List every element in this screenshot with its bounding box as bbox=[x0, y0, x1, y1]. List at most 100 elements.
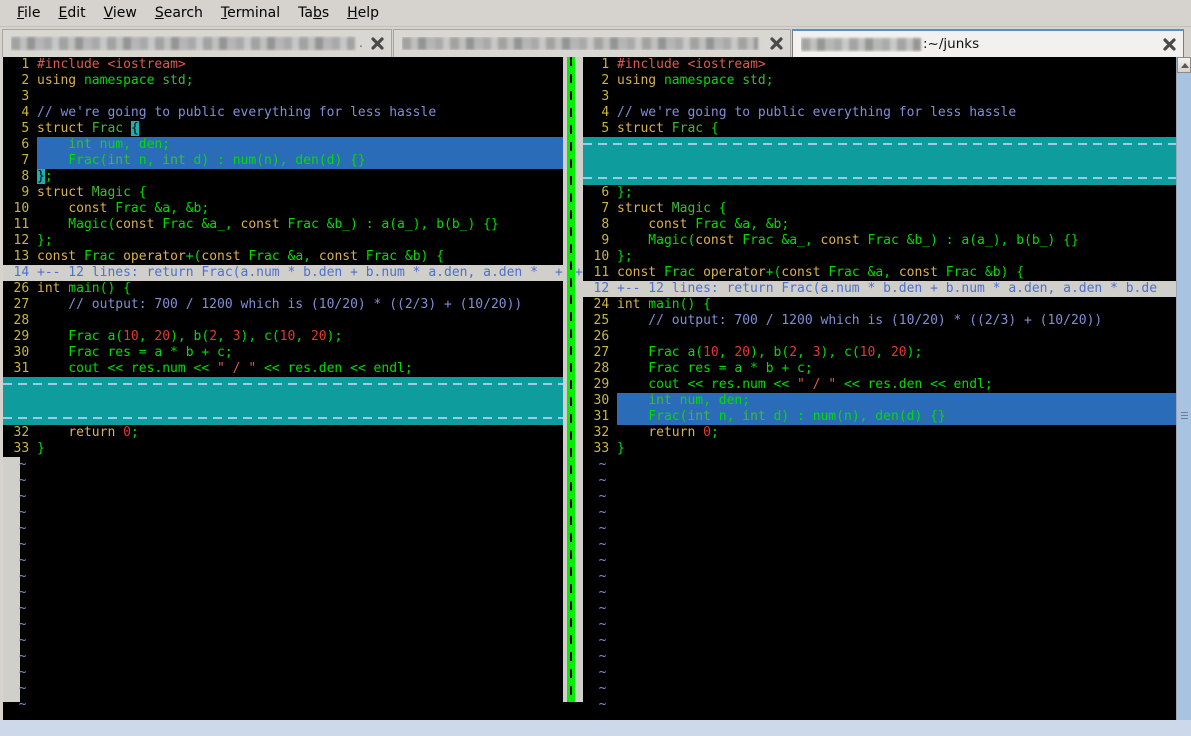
menu-item-view[interactable]: View bbox=[95, 3, 146, 23]
code-token: ; bbox=[44, 169, 53, 184]
right-pane-upper-window[interactable]: 1 #include <iostream> 2 using namespace s… bbox=[583, 57, 1191, 297]
code-line[interactable]: 5 struct Frac { bbox=[3, 121, 581, 137]
terminal-tab-1[interactable]: . bbox=[2, 29, 392, 57]
code-line[interactable]: 26 int main() { bbox=[3, 281, 581, 297]
code-line[interactable]: 6 }; bbox=[583, 185, 1191, 201]
line-number: 25 bbox=[583, 313, 617, 329]
code-line[interactable]: 2 using namespace std; bbox=[3, 73, 581, 89]
code-line[interactable]: 32 return 0; bbox=[3, 425, 581, 441]
terminal-body[interactable]: 1 #include <iostream> 2 using namespace s… bbox=[0, 57, 1191, 736]
code-line[interactable]: 2 using namespace std; bbox=[583, 73, 1191, 89]
code-line[interactable]: 3 bbox=[583, 89, 1191, 105]
line-number: 29 bbox=[3, 329, 37, 345]
code-line[interactable]: 30 int num, den; bbox=[583, 393, 1191, 409]
code-line[interactable]: 4 // we're going to public everything fo… bbox=[3, 105, 581, 121]
code-token: operator bbox=[703, 265, 766, 280]
menu-item-terminal[interactable]: Terminal bbox=[212, 3, 289, 23]
line-number: 33 bbox=[3, 441, 37, 457]
menu-item-file[interactable]: File bbox=[8, 3, 49, 23]
tilde-line: ~ bbox=[583, 473, 1191, 489]
fold-line[interactable]: 14 +-- 12 lines: return Frac(a.num * b.d… bbox=[3, 265, 581, 281]
right-pane-lower-window[interactable]: 24 int main() {25 // output: 700 / 1200 … bbox=[583, 297, 1191, 457]
code-line[interactable]: 4 // we're going to public everything fo… bbox=[583, 105, 1191, 121]
tilde-line: ~ bbox=[3, 633, 581, 649]
line-number: 28 bbox=[583, 361, 617, 377]
menu-item-help[interactable]: Help bbox=[338, 3, 388, 23]
code-line[interactable]: 10 const Frac &a, &b; bbox=[3, 201, 581, 217]
code-line[interactable]: 5 struct Frac { bbox=[583, 121, 1191, 137]
terminal-tab-2[interactable] bbox=[393, 29, 791, 57]
code-token: { bbox=[130, 185, 147, 200]
tilde-line: ~ bbox=[583, 601, 1191, 617]
code-line[interactable]: 30 Frac res = a * b + c; bbox=[3, 345, 581, 361]
diff-filler-block bbox=[583, 137, 1191, 185]
tilde-glyph: ~ bbox=[3, 585, 27, 600]
code-line[interactable]: 26 bbox=[583, 329, 1191, 345]
code-token: const bbox=[37, 249, 77, 264]
code-line[interactable]: 11 const Frac operator+(const Frac &a, c… bbox=[583, 265, 1191, 281]
code-line[interactable]: 12 }; bbox=[3, 233, 581, 249]
code-line[interactable]: 1 #include <iostream> bbox=[583, 57, 1191, 73]
tab-2-label bbox=[402, 37, 762, 50]
tilde-glyph: ~ bbox=[3, 553, 27, 568]
line-number: 2 bbox=[583, 73, 617, 89]
tilde-glyph: ~ bbox=[583, 697, 607, 712]
code-line[interactable]: 28 bbox=[3, 313, 581, 329]
menu-item-tabs[interactable]: Tabs bbox=[289, 3, 338, 23]
code-line[interactable]: 9 struct Magic { bbox=[3, 185, 581, 201]
code-token: int bbox=[107, 153, 131, 168]
code-token: struct bbox=[37, 185, 92, 200]
code-line[interactable]: 11 Magic(const Frac &a_, const Frac &b_)… bbox=[3, 217, 581, 233]
vim-vertical-split[interactable]: + + bbox=[555, 57, 583, 702]
code-line[interactable]: 27 Frac a(10, 20), b(2, 3), c(10, 20); bbox=[583, 345, 1191, 361]
code-line[interactable]: 33 } bbox=[3, 441, 581, 457]
fold-line[interactable]: 12 +-- 12 lines: return Frac(a.num * b.d… bbox=[583, 281, 1191, 297]
vim-pane-right[interactable]: 1 #include <iostream> 2 using namespace s… bbox=[583, 57, 1191, 713]
code-line[interactable]: 25 // output: 700 / 1200 which is (10/20… bbox=[583, 313, 1191, 329]
code-line[interactable]: 32 return 0; bbox=[583, 425, 1191, 441]
vim-pane-left[interactable]: 1 #include <iostream> 2 using namespace s… bbox=[3, 57, 581, 713]
code-line[interactable]: 3 bbox=[3, 89, 581, 105]
code-line[interactable]: 7 struct Magic { bbox=[583, 201, 1191, 217]
line-number: 24 bbox=[583, 297, 617, 313]
tilde-glyph: ~ bbox=[3, 665, 27, 680]
code-line[interactable]: 8 const Frac &a, &b; bbox=[583, 217, 1191, 233]
code-token: // output: 700 / 1200 which is (10/20) *… bbox=[617, 313, 1103, 328]
code-line[interactable]: 6 int num, den; bbox=[3, 137, 581, 153]
code-line[interactable]: 31 cout << res.num << " / " << res.den <… bbox=[3, 361, 581, 377]
code-line[interactable]: 27 // output: 700 / 1200 which is (10/20… bbox=[3, 297, 581, 313]
code-line[interactable]: 7 Frac(int n, int d) : num(n), den(d) {} bbox=[3, 153, 581, 169]
code-line[interactable]: 24 int main() { bbox=[583, 297, 1191, 313]
code-line[interactable]: 29 cout << res.num << " / " << res.den <… bbox=[583, 377, 1191, 393]
menu-item-edit[interactable]: Edit bbox=[49, 3, 94, 23]
close-icon[interactable] bbox=[766, 34, 786, 54]
left-pane-lower-window[interactable]: 26 int main() {27 // output: 700 / 1200 … bbox=[3, 281, 581, 457]
vim-editor[interactable]: 1 #include <iostream> 2 using namespace s… bbox=[3, 57, 1191, 736]
code-line[interactable]: 13 const Frac operator+(const Frac &a, c… bbox=[3, 249, 581, 265]
scrollbar-up-button[interactable] bbox=[1177, 57, 1191, 73]
code-line[interactable]: 8 }; bbox=[3, 169, 581, 185]
code-line[interactable]: 10 }; bbox=[583, 249, 1191, 265]
tab-1-suffix: . bbox=[358, 36, 363, 51]
close-icon[interactable] bbox=[1159, 34, 1179, 54]
close-icon[interactable] bbox=[367, 34, 387, 54]
terminal-tab-3[interactable]: :~/junks bbox=[792, 29, 1184, 57]
tilde-glyph: ~ bbox=[3, 649, 27, 664]
code-token: " / " bbox=[217, 361, 257, 376]
code-token: struct bbox=[617, 201, 672, 216]
line-number: 8 bbox=[583, 217, 617, 233]
tab-1-label: . bbox=[11, 36, 363, 51]
window-scrollbar[interactable] bbox=[1176, 57, 1191, 736]
code-line[interactable]: 29 Frac a(10, 20), b(2, 3), c(10, 20); bbox=[3, 329, 581, 345]
code-token: ), b( bbox=[170, 329, 210, 344]
tilde-glyph: ~ bbox=[3, 697, 27, 712]
code-line[interactable]: 28 Frac res = a * b + c; bbox=[583, 361, 1191, 377]
code-line[interactable]: 33 } bbox=[583, 441, 1191, 457]
redacted-text-block bbox=[402, 37, 758, 50]
menu-item-search[interactable]: Search bbox=[146, 3, 212, 23]
code-line[interactable]: 1 #include <iostream> bbox=[3, 57, 581, 73]
left-pane-upper-window[interactable]: 1 #include <iostream> 2 using namespace s… bbox=[3, 57, 581, 281]
code-line[interactable]: 9 Magic(const Frac &a_, const Frac &b_) … bbox=[583, 233, 1191, 249]
code-line[interactable]: 31 Frac(int n, int d) : num(n), den(d) {… bbox=[583, 409, 1191, 425]
